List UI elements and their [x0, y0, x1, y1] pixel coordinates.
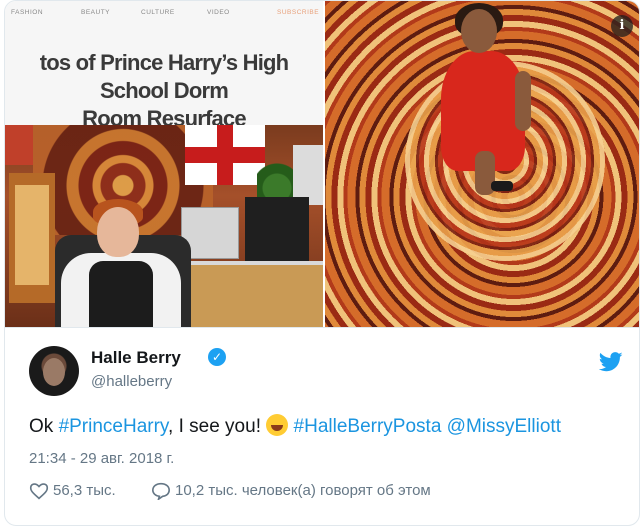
- headline-line: tos of Prince Harry’s High School Dorm: [39, 50, 289, 103]
- tweet-timestamp[interactable]: 21:34 - 29 авг. 2018 г.: [29, 450, 174, 467]
- magazine-nav-item: BEAUTY: [81, 9, 111, 16]
- author-name[interactable]: Halle Berry: [91, 348, 181, 368]
- monitor: [245, 197, 309, 261]
- magazine-nav-item: CULTURE: [141, 9, 175, 16]
- reply-count-text: 10,2 тыс. человек(а) говорят об этом: [175, 482, 431, 499]
- media-photo-tapestry[interactable]: i: [325, 1, 639, 327]
- like-stat[interactable]: 56,3 тыс.: [29, 482, 116, 500]
- tweet-media[interactable]: FASHION BEAUTY CULTURE VIDEO SUBSCRIBE t…: [5, 1, 639, 327]
- poster: [293, 145, 323, 205]
- tweet-body: Halle Berry ✓ @halleberry Ok #PrinceHarr…: [5, 327, 639, 525]
- magazine-nav-item: FASHION: [11, 9, 44, 16]
- avatar-face: [43, 358, 65, 386]
- like-count: 56,3 тыс.: [53, 482, 116, 499]
- magazine-headline: tos of Prince Harry’s High School Dorm R…: [5, 49, 323, 133]
- woman-head: [461, 9, 497, 53]
- shelf-inner: [15, 185, 49, 285]
- laughing-emoji-icon: [266, 414, 289, 436]
- hashtag-link[interactable]: #PrinceHarry: [59, 416, 168, 437]
- person-head: [97, 207, 139, 257]
- info-icon[interactable]: i: [611, 15, 633, 37]
- tweet-text-part: , I see you!: [168, 416, 267, 437]
- tweet-text: Ok #PrinceHarry, I see you! #HalleBerryP…: [29, 414, 561, 438]
- tweet-card[interactable]: FASHION BEAUTY CULTURE VIDEO SUBSCRIBE t…: [4, 0, 640, 526]
- twitter-bird-icon[interactable]: [599, 352, 623, 372]
- media-photo-magazine[interactable]: FASHION BEAUTY CULTURE VIDEO SUBSCRIBE t…: [5, 1, 323, 327]
- mention-link[interactable]: @MissyElliott: [447, 416, 561, 437]
- author-handle[interactable]: @halleberry: [91, 373, 172, 390]
- magazine-nav: FASHION BEAUTY CULTURE VIDEO SUBSCRIBE: [5, 9, 323, 25]
- woman-arm: [515, 71, 531, 131]
- desk: [185, 265, 323, 327]
- avatar[interactable]: [29, 346, 79, 396]
- dorm-room-photo: [5, 125, 323, 327]
- woman-shoe: [491, 181, 513, 191]
- person-vest: [89, 261, 153, 327]
- heart-icon: [29, 483, 49, 500]
- speech-bubble-icon: [151, 482, 171, 502]
- flag-stripe: [185, 147, 265, 163]
- reply-stat[interactable]: 10,2 тыс. человек(а) говорят об этом: [151, 482, 431, 502]
- magazine-nav-item: SUBSCRIBE: [277, 9, 320, 16]
- hashtag-link[interactable]: #HalleBerryPosta: [294, 416, 442, 437]
- magazine-nav-item: VIDEO: [207, 9, 230, 16]
- tweet-text-part: Ok: [29, 416, 59, 437]
- verified-badge-icon: ✓: [208, 348, 226, 366]
- red-banner: [5, 125, 33, 165]
